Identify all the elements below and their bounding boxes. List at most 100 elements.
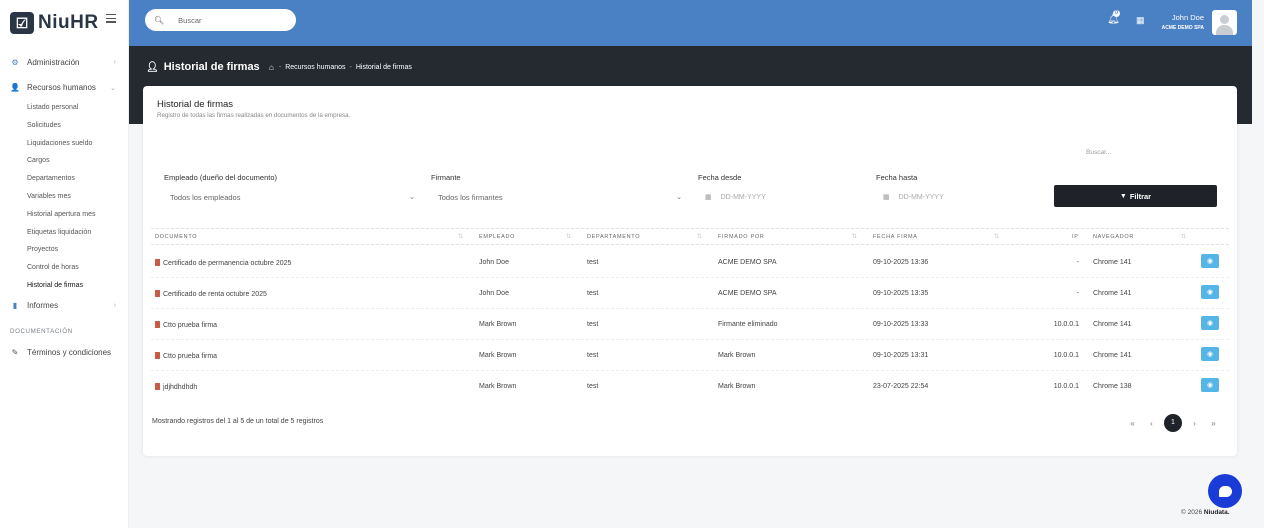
- cell-ip: -: [1076, 259, 1079, 266]
- column-header-empleado[interactable]: EMPLEADO: [479, 234, 515, 240]
- pdf-file-icon: [155, 352, 160, 359]
- first-page-button[interactable]: «: [1123, 419, 1142, 428]
- cell-firmado-por: ACME DEMO SPA: [718, 290, 777, 297]
- view-button[interactable]: ◉: [1201, 316, 1219, 330]
- cell-documento[interactable]: Certificado de permanencia octubre 2025: [155, 259, 291, 267]
- user-signature-icon: 👤︎: [146, 61, 159, 73]
- chat-button[interactable]: [1208, 474, 1242, 508]
- sidebar-subitem-cargos[interactable]: Cargos: [0, 152, 129, 170]
- avatar[interactable]: [1212, 10, 1237, 35]
- cell-fecha-firma: 09-10-2025 13:31: [873, 352, 929, 359]
- page-title: 👤︎ Historial de firmas: [146, 61, 260, 73]
- next-page-button[interactable]: ›: [1185, 419, 1204, 428]
- date-from-input[interactable]: ▦ DD-MM-YYYY: [705, 190, 766, 204]
- sidebar-subitem-variables-mes[interactable]: Variables mes: [0, 188, 129, 206]
- sidebar-item-terminos[interactable]: ✎ Términos y condiciones: [0, 346, 129, 359]
- cell-documento[interactable]: Ctto prueba firma: [155, 352, 217, 360]
- column-header-fecha-firma[interactable]: FECHA FIRMA: [873, 234, 918, 240]
- brand-logo[interactable]: ☑ NiuHR: [10, 12, 99, 34]
- sidebar-subitem-solicitudes[interactable]: Solicitudes: [0, 117, 129, 135]
- table-header: DOCUMENTO ⇅ EMPLEADO ⇅ DEPARTAMENTO ⇅ FI…: [151, 228, 1229, 245]
- sort-icon: ⇅: [566, 234, 572, 240]
- signer-filter-select[interactable]: Todos los firmantes ⌄: [438, 190, 682, 204]
- sort-icon: ⇅: [458, 234, 464, 240]
- cell-navegador: Chrome 141: [1093, 352, 1132, 359]
- hamburger-menu-icon[interactable]: [106, 14, 116, 25]
- view-button[interactable]: ◉: [1201, 347, 1219, 361]
- chevron-right-icon: ›: [113, 59, 116, 66]
- sidebar-item-informes[interactable]: ▮ Informes ›: [0, 299, 129, 312]
- column-header-navegador[interactable]: NAVEGADOR: [1093, 234, 1134, 240]
- sidebar-subitem-departamentos[interactable]: Departamentos: [0, 170, 129, 188]
- sidebar-menu: ⚙ Administración › 👤 Recursos humanos ⌄ …: [0, 56, 129, 359]
- column-header-ip[interactable]: IP: [1072, 234, 1079, 240]
- view-button[interactable]: ◉: [1201, 254, 1219, 268]
- notifications-bell-icon[interactable]: 🔔︎ 0: [1107, 10, 1120, 25]
- cell-firmado-por: Mark Brown: [718, 352, 756, 359]
- cell-departamento: test: [587, 352, 599, 359]
- pdf-file-icon: [155, 259, 160, 266]
- cell-ip: -: [1076, 290, 1079, 297]
- breadcrumb-item-recursos-humanos[interactable]: Recursos humanos: [285, 64, 345, 71]
- employee-filter-value: Todos los empleados: [170, 192, 241, 202]
- date-to-input[interactable]: ▦ DD-MM-YYYY: [883, 190, 944, 204]
- eye-icon: ◉: [1206, 258, 1214, 265]
- global-search-input[interactable]: [178, 15, 289, 25]
- apps-grid-icon[interactable]: ▦: [1136, 15, 1145, 26]
- employee-filter-label: Empleado (dueño del documento): [164, 173, 277, 182]
- eye-icon: ◉: [1206, 320, 1214, 327]
- sort-icon: ⇅: [1181, 234, 1187, 240]
- cell-fecha-firma: 09-10-2025 13:35: [873, 290, 929, 297]
- sort-icon: ⇅: [697, 234, 703, 240]
- logo-mark-icon: ☑: [10, 12, 34, 34]
- user-name[interactable]: John Doe: [1172, 13, 1204, 22]
- filter-button[interactable]: ▼ Filtrar: [1054, 185, 1217, 207]
- cell-empleado: Mark Brown: [479, 352, 517, 359]
- sidebar-item-label: Administración: [27, 58, 80, 67]
- cell-departamento: test: [587, 259, 599, 266]
- sidebar-subitem-historial-apertura-mes[interactable]: Historial apertura mes: [0, 206, 129, 224]
- column-header-firmado-por[interactable]: FIRMADO POR: [718, 234, 765, 240]
- cell-firmado-por: Firmante eliminado: [718, 321, 778, 328]
- cell-ip: 10.0.0.1: [1053, 321, 1079, 328]
- sidebar-item-label: Términos y condiciones: [27, 347, 112, 357]
- sidebar-item-recursos-humanos[interactable]: 👤 Recursos humanos ⌄: [0, 81, 129, 94]
- pdf-file-icon: [155, 321, 160, 328]
- eye-icon: ◉: [1206, 289, 1214, 296]
- column-header-departamento[interactable]: DEPARTAMENTO: [587, 234, 640, 240]
- cell-documento[interactable]: Ctto prueba firma: [155, 321, 217, 329]
- current-page-button[interactable]: 1: [1164, 414, 1182, 432]
- user-org: ACME DEMO SPA: [1161, 25, 1204, 31]
- last-page-button[interactable]: »: [1204, 419, 1223, 428]
- cell-departamento: test: [587, 321, 599, 328]
- document-name: jdjhdhdhdh: [163, 384, 198, 391]
- global-search[interactable]: 🔍︎: [145, 9, 296, 31]
- sidebar-subitem-historial-de-firmas[interactable]: Historial de firmas: [0, 277, 129, 295]
- copyright-brand[interactable]: Niudata.: [1204, 509, 1230, 516]
- view-button[interactable]: ◉: [1201, 378, 1219, 392]
- chevron-down-icon: ⌄: [676, 194, 682, 201]
- document-name: Ctto prueba firma: [163, 353, 218, 360]
- home-icon[interactable]: ⌂: [269, 63, 274, 72]
- cell-departamento: test: [587, 383, 599, 390]
- signer-filter-value: Todos los firmantes: [438, 192, 503, 202]
- sidebar-item-administracion[interactable]: ⚙ Administración ›: [0, 56, 129, 69]
- sidebar-subitem-listado-personal[interactable]: Listado personal: [0, 99, 129, 117]
- sidebar-subitem-control-de-horas[interactable]: Control de horas: [0, 259, 129, 277]
- document-name: Certificado de renta octubre 2025: [163, 291, 267, 298]
- sidebar-subitem-proyectos[interactable]: Proyectos: [0, 241, 129, 259]
- prev-page-button[interactable]: ‹: [1142, 419, 1161, 428]
- cell-documento[interactable]: Certificado de renta octubre 2025: [155, 290, 267, 298]
- column-header-documento[interactable]: DOCUMENTO: [155, 234, 197, 240]
- calendar-icon: ▦: [705, 194, 712, 201]
- pdf-file-icon: [155, 290, 160, 297]
- sidebar-subitem-etiquetas-liquidacion[interactable]: Etiquetas liquidación: [0, 224, 129, 242]
- filter-button-label: Filtrar: [1129, 191, 1152, 201]
- card-subtitle: Registro de todas las firmas realizadas …: [157, 112, 351, 119]
- sidebar-subitem-liquidaciones-sueldo[interactable]: Liquidaciones sueldo: [0, 135, 129, 153]
- cell-documento[interactable]: jdjhdhdhdh: [155, 383, 197, 391]
- employee-filter-select[interactable]: Todos los empleados ⌄: [170, 190, 415, 204]
- table-search-input[interactable]: [1086, 149, 1166, 156]
- view-button[interactable]: ◉: [1201, 285, 1219, 299]
- date-to-label: Fecha hasta: [876, 173, 918, 182]
